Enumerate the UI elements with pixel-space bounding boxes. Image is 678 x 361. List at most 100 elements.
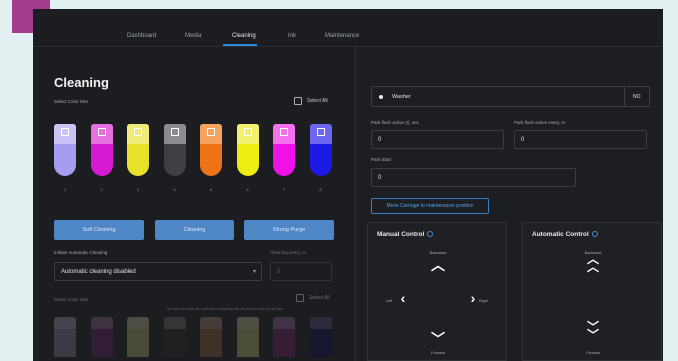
ink-cap <box>236 124 259 144</box>
automatic-control-title: Automatic Control <box>532 231 598 238</box>
tab-media[interactable]: Media <box>185 33 201 39</box>
chevron-down-icon: ▾ <box>252 269 256 275</box>
park-start-input[interactable]: 0 <box>371 168 576 187</box>
strong-purge-button[interactable]: Strong Purge <box>244 220 334 240</box>
tab-bar: Dashboard Media Cleaning Ink Maintenance <box>33 9 663 47</box>
automatic-control-label: Automatic Control <box>532 231 589 238</box>
chevron-right-icon[interactable]: › <box>466 290 480 306</box>
ink-checkbox-icon <box>170 128 179 136</box>
select-all-checkbox-2[interactable] <box>296 294 304 302</box>
app-window: Dashboard Media Cleaning Ink Maintenance… <box>33 9 663 361</box>
select-all-label: Select All <box>307 98 328 104</box>
select-all-checkbox[interactable] <box>294 97 302 105</box>
ink-cap <box>127 124 149 144</box>
select-color-inks-label: Select Color Inks <box>54 99 89 104</box>
ink-number-3: 3 <box>136 187 140 192</box>
washer-label: Washer <box>392 94 411 100</box>
ink-selector-5[interactable] <box>200 124 222 176</box>
ink-number-1: 1 <box>63 187 67 192</box>
active-tab-indicator <box>223 44 257 46</box>
ink-selector-disabled-4[interactable] <box>163 317 186 357</box>
park-start-label: Park Start <box>371 157 392 162</box>
ink-checkbox-icon <box>316 128 325 136</box>
ink-selector-7[interactable] <box>273 124 295 176</box>
park-flush-every-label: Park flush active every, m <box>514 120 566 125</box>
cleaning-button[interactable]: Cleaning <box>155 220 234 240</box>
ink-selector-disabled-5[interactable] <box>200 317 222 357</box>
ink-number-5: 5 <box>209 187 213 192</box>
cleaning-every-label: Cleaning every, m <box>270 250 306 255</box>
washer-divider <box>624 87 625 106</box>
park-flush-every-input[interactable]: 0 <box>514 130 647 149</box>
move-carriage-button[interactable]: Move Carriage to maintenance position <box>371 198 489 214</box>
ink-checkbox-icon <box>97 128 106 136</box>
manual-control-label: Manual Control <box>377 231 425 238</box>
tab-ink[interactable]: Ink <box>288 33 296 39</box>
washer-bullet-icon <box>379 95 383 99</box>
chevron-left-icon[interactable]: ‹ <box>396 290 410 306</box>
ink-checkbox-icon <box>61 128 69 136</box>
ink-number-6: 6 <box>246 187 249 192</box>
cleaning-panel: Cleaning Select Color Inks Select All 1 2… <box>33 47 355 361</box>
tab-cleaning[interactable]: Cleaning <box>232 33 256 39</box>
ink-selector-disabled-1[interactable] <box>54 317 76 357</box>
double-chevron-down-icon[interactable]: ﹀ ﹀ <box>583 321 603 341</box>
park-flush-sec-value: 0 <box>378 137 382 143</box>
ink-cap <box>200 124 222 144</box>
manual-control-panel: Manual Control Backward ︿ Left ‹ › Right… <box>367 222 507 361</box>
park-flush-sec-label: Park flush active (t), sec <box>371 120 420 125</box>
right-label: Right <box>479 299 488 303</box>
forward-label: Forward <box>431 351 445 355</box>
auto-cleaning-label: Initiate Automatic Cleaning <box>54 250 108 255</box>
soft-cleaning-button[interactable]: Soft Cleaning <box>54 220 144 240</box>
maintenance-panel: Washer NO Park flush active (t), sec 0 P… <box>356 47 663 361</box>
park-start-value: 0 <box>378 175 382 181</box>
ink-selector-1[interactable] <box>54 124 76 176</box>
washer-status: NO <box>633 94 641 100</box>
ink-selector-disabled-3[interactable] <box>127 317 149 357</box>
left-label: Left <box>386 299 393 303</box>
chevron-down-icon[interactable]: ﹀ <box>428 329 448 349</box>
cleaning-every-value: 0 <box>277 269 281 275</box>
double-chevron-up-icon[interactable]: ︿ ︿ <box>583 253 603 273</box>
automatic-control-panel: Automatic Control Backward ︿ ︿ ﹀ ﹀ Forward <box>522 222 662 361</box>
ink-number-7: 7 <box>282 187 286 192</box>
ink-cap <box>309 124 332 144</box>
ink-selector-6[interactable] <box>236 124 259 176</box>
ink-selector-4[interactable] <box>163 124 186 176</box>
auto-cleaning-note: In case no inks are selected cleaning wi… <box>167 306 283 311</box>
select-all-label-2: Select All <box>309 295 330 301</box>
info-icon <box>591 231 598 238</box>
manual-control-title: Manual Control <box>377 231 434 238</box>
cleaning-every-input[interactable]: 0 <box>270 262 332 281</box>
ink-cap <box>90 124 113 144</box>
ink-checkbox-icon <box>207 128 215 136</box>
ink-number-8: 8 <box>319 187 322 192</box>
select-color-inks-label-2: Select Color Inks <box>54 297 89 302</box>
washer-row[interactable]: Washer NO <box>371 86 650 107</box>
ink-selector-2[interactable] <box>90 124 113 176</box>
page-title: Cleaning <box>54 75 109 90</box>
chevron-up-icon[interactable]: ︿ <box>428 255 448 275</box>
ink-selector-disabled-6[interactable] <box>236 317 259 357</box>
tab-maintenance[interactable]: Maintenance <box>325 33 359 39</box>
ink-number-4: 4 <box>173 187 176 192</box>
ink-checkbox-icon <box>134 128 142 136</box>
ink-number-2: 2 <box>100 187 103 192</box>
park-flush-sec-input[interactable]: 0 <box>371 130 504 149</box>
ink-checkbox-icon <box>243 128 252 136</box>
info-icon <box>427 231 434 238</box>
ink-cap <box>273 124 295 144</box>
auto-cleaning-value: Automatic cleaning disabled <box>61 269 136 275</box>
ink-checkbox-icon <box>280 128 288 136</box>
park-flush-every-value: 0 <box>521 137 525 143</box>
tab-dashboard[interactable]: Dashboard <box>127 33 156 39</box>
ink-selector-disabled-2[interactable] <box>90 317 113 357</box>
ink-selector-disabled-7[interactable] <box>273 317 295 357</box>
ink-selector-3[interactable] <box>127 124 149 176</box>
ink-selector-disabled-8[interactable] <box>309 317 332 357</box>
ink-selector-8[interactable] <box>309 124 332 176</box>
auto-cleaning-select[interactable]: Automatic cleaning disabled ▾ <box>54 262 262 281</box>
auto-forward-label: Forward <box>586 351 600 355</box>
ink-cap <box>163 124 186 144</box>
